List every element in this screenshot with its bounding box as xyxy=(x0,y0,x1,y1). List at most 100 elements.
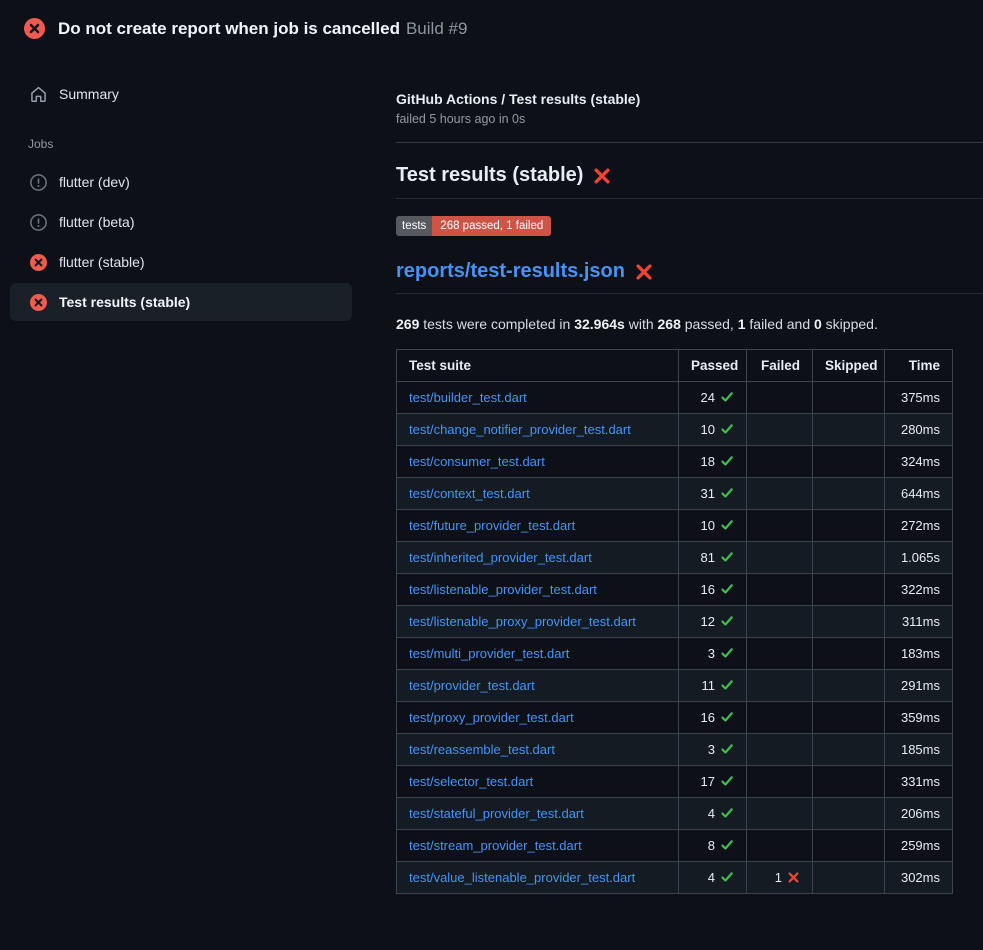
neutral-status-icon xyxy=(30,214,47,231)
suite-link[interactable]: test/proxy_provider_test.dart xyxy=(409,710,574,725)
failed-cell xyxy=(747,734,813,766)
table-row: test/inherited_provider_test.dart 81 1.065… xyxy=(397,542,953,574)
suite-link[interactable]: test/stream_provider_test.dart xyxy=(409,838,582,853)
failed-cell xyxy=(747,542,813,574)
pass-check-icon xyxy=(720,582,734,596)
passed-cell: 12 xyxy=(679,606,747,638)
suite-link[interactable]: test/inherited_provider_test.dart xyxy=(409,550,592,565)
sidebar-item-label: Summary xyxy=(59,86,119,102)
table-row: test/selector_test.dart17331ms xyxy=(397,766,953,798)
table-row: test/multi_provider_test.dart3183ms xyxy=(397,638,953,670)
passed-cell: 10 xyxy=(679,414,747,446)
suite-link[interactable]: test/multi_provider_test.dart xyxy=(409,646,569,661)
passed-count: 4 xyxy=(708,806,715,821)
build-number: Build #9 xyxy=(406,19,467,38)
pass-check-icon xyxy=(720,454,734,468)
failed-cell xyxy=(747,702,813,734)
time-cell: 206ms xyxy=(885,798,953,830)
passed-count: 10 xyxy=(701,518,715,533)
col-header-failed: Failed xyxy=(747,350,813,382)
summary-text-part: passed, xyxy=(681,316,738,332)
pass-check-icon xyxy=(720,422,734,436)
skipped-cell xyxy=(813,510,885,542)
suite-link[interactable]: test/stateful_provider_test.dart xyxy=(409,806,584,821)
time-cell: 259ms xyxy=(885,830,953,862)
skipped-cell xyxy=(813,830,885,862)
time-cell: 280ms xyxy=(885,414,953,446)
table-row: test/reassemble_test.dart3185ms xyxy=(397,734,953,766)
suite-link[interactable]: test/context_test.dart xyxy=(409,486,530,501)
suite-cell: test/provider_test.dart xyxy=(397,670,679,702)
sidebar-item-summary[interactable]: Summary xyxy=(10,75,352,113)
table-row: test/stream_provider_test.dart8259ms xyxy=(397,830,953,862)
section-heading: Test results (stable) xyxy=(396,164,983,199)
table-row: test/consumer_test.dart18324ms xyxy=(397,446,953,478)
sidebar-item-flutter-dev[interactable]: flutter (dev) xyxy=(10,163,352,201)
col-header-test-suite: Test suite xyxy=(397,350,679,382)
sidebar-item-flutter-stable[interactable]: flutter (stable) xyxy=(10,243,352,281)
passed-cell: 3 xyxy=(679,734,747,766)
section-title: Test results (stable) xyxy=(396,164,583,187)
run-header: Do not create report when job is cancell… xyxy=(0,0,983,41)
summary-text-part: tests were completed in xyxy=(419,316,574,332)
sidebar-item-test-results-stable[interactable]: Test results (stable) xyxy=(10,283,352,321)
suite-link[interactable]: test/change_notifier_provider_test.dart xyxy=(409,422,631,437)
passed-count: 3 xyxy=(708,742,715,757)
failed-x-icon xyxy=(593,167,611,185)
failed-cell xyxy=(747,638,813,670)
passed-cell: 4 xyxy=(679,798,747,830)
time-cell: 311ms xyxy=(885,606,953,638)
summary-text-part: 268 xyxy=(658,316,681,332)
table-row: test/change_notifier_provider_test.dart 1… xyxy=(397,414,953,446)
sidebar-item-label: Test results (stable) xyxy=(59,294,190,310)
suite-link[interactable]: test/listenable_provider_test.dart xyxy=(409,582,597,597)
sidebar-item-label: flutter (beta) xyxy=(59,214,134,230)
suite-link[interactable]: test/builder_test.dart xyxy=(409,390,527,405)
summary-text-part: with xyxy=(625,316,658,332)
suite-cell: test/proxy_provider_test.dart xyxy=(397,702,679,734)
passed-count: 11 xyxy=(702,678,716,693)
time-cell: 322ms xyxy=(885,574,953,606)
failed-cell xyxy=(747,478,813,510)
passed-count: 24 xyxy=(701,390,715,405)
suite-link[interactable]: test/reassemble_test.dart xyxy=(409,742,555,757)
failed-cell xyxy=(747,798,813,830)
suite-link[interactable]: test/provider_test.dart xyxy=(409,678,535,693)
summary-text-part: 1 xyxy=(738,316,746,332)
time-cell: 1.065s xyxy=(885,542,953,574)
col-header-time: Time xyxy=(885,350,953,382)
report-file-link[interactable]: reports/test-results.json xyxy=(396,260,625,283)
pass-check-icon xyxy=(720,838,734,852)
badge-label: tests xyxy=(396,216,432,236)
passed-cell: 16 xyxy=(679,702,747,734)
suite-link[interactable]: test/value_listenable_provider_test.dart xyxy=(409,870,635,885)
skipped-cell xyxy=(813,734,885,766)
failed-cell xyxy=(747,414,813,446)
summary-text-part: failed and xyxy=(746,316,815,332)
failed-status-icon xyxy=(30,294,47,311)
time-cell: 272ms xyxy=(885,510,953,542)
sidebar-item-label: flutter (dev) xyxy=(59,174,130,190)
time-cell: 183ms xyxy=(885,638,953,670)
suite-cell: test/future_provider_test.dart xyxy=(397,510,679,542)
suite-cell: test/listenable_proxy_provider_test.dart xyxy=(397,606,679,638)
suite-cell: test/stream_provider_test.dart xyxy=(397,830,679,862)
failed-cell: 1 xyxy=(747,862,813,894)
pass-check-icon xyxy=(720,870,734,884)
fail-x-icon xyxy=(787,871,800,884)
sidebar-item-flutter-beta[interactable]: flutter (beta) xyxy=(10,203,352,241)
pass-check-icon xyxy=(720,390,734,404)
suite-cell: test/reassemble_test.dart xyxy=(397,734,679,766)
passed-cell: 81 xyxy=(679,542,747,574)
failed-cell xyxy=(747,670,813,702)
suite-cell: test/listenable_provider_test.dart xyxy=(397,574,679,606)
suite-link[interactable]: test/future_provider_test.dart xyxy=(409,518,575,533)
table-header-row: Test suite Passed Failed Skipped Time xyxy=(397,350,953,382)
skipped-cell xyxy=(813,414,885,446)
table-row: test/builder_test.dart24375ms xyxy=(397,382,953,414)
suite-link[interactable]: test/listenable_proxy_provider_test.dart xyxy=(409,614,636,629)
suite-link[interactable]: test/consumer_test.dart xyxy=(409,454,545,469)
results-table: Test suite Passed Failed Skipped Time te… xyxy=(396,349,953,894)
suite-link[interactable]: test/selector_test.dart xyxy=(409,774,533,789)
passed-count: 16 xyxy=(701,710,715,725)
